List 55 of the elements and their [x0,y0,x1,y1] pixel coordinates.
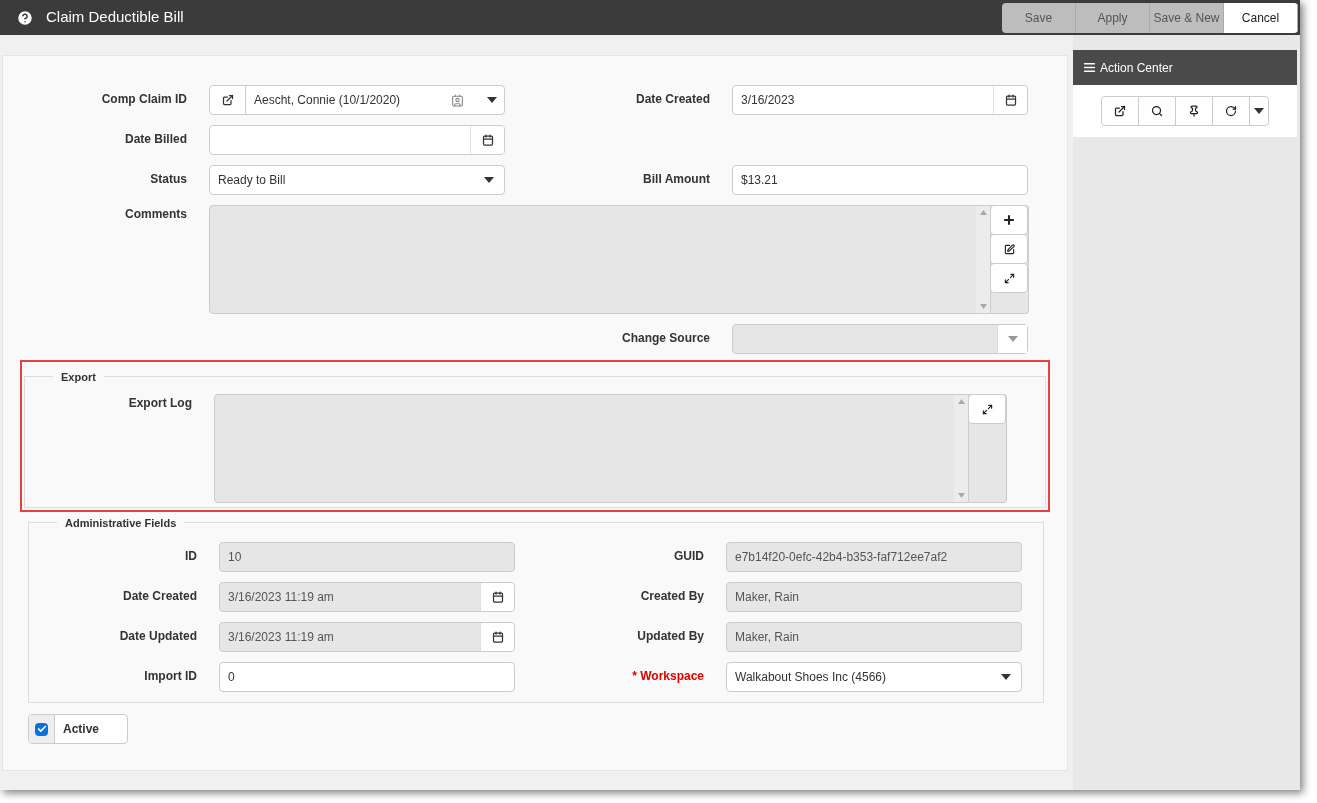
plus-icon [1002,213,1016,227]
field-label: Import ID [144,669,197,683]
checkbox[interactable] [35,722,48,736]
field-label: Status [150,172,187,186]
add-button[interactable] [990,205,1028,235]
caret-icon [1254,108,1264,114]
calendar-icon[interactable] [481,134,494,146]
window-title: Claim Deductible Bill [46,7,184,28]
date-value: 3/16/2023 [740,92,796,109]
dropdown-field[interactable]: Walkabout Shoes Inc (4566) [726,662,1022,692]
expand-icon [1003,272,1015,284]
field-label: Created By [640,589,704,603]
caret-icon [487,97,497,103]
search-icon [1151,105,1163,117]
field-label: Bill Amount [643,172,710,186]
contact-card-icon[interactable] [451,93,464,107]
field-label: Comp Claim ID [101,92,187,106]
field-label: Date Created [635,92,710,106]
field-label: * Workspace [632,669,704,683]
date-field[interactable]: 3/16/2023 [732,85,1028,115]
pin-icon [1188,105,1200,117]
field-label: Comments [125,207,187,221]
refresh-icon [1225,105,1237,117]
expand-icon [981,403,993,415]
help-icon[interactable] [16,8,34,27]
input-field[interactable]: $13.21 [732,165,1028,195]
field-label: GUID [674,549,704,563]
field-label: Date Billed [125,132,187,146]
edit-button[interactable] [990,234,1028,264]
check-icon [36,724,47,734]
date-value: 3/16/2023 11:19 am [227,589,335,606]
caret-icon [1007,336,1018,342]
toolbar-button[interactable]: Cancel [1224,2,1298,33]
field-label: Change Source [621,331,710,345]
field-label: Export Log [128,396,192,410]
lookup-field[interactable]: Aescht, Connie (10/1/2020) [209,85,505,115]
external-link-icon[interactable] [221,94,234,106]
dropdown-field[interactable]: Ready to Bill [209,165,505,195]
date-field[interactable] [209,125,505,155]
field-label: Date Updated [119,629,197,643]
field-label: Updated By [637,629,704,643]
panel-title: Action Center [1100,59,1173,77]
external-link-icon [1114,105,1126,117]
section-legend: Export [61,371,96,383]
input-field[interactable]: 0 [219,662,515,692]
list-icon [1083,61,1096,74]
edit-icon [1003,243,1015,255]
active-toggle[interactable]: Active [28,714,128,744]
caret-icon [1001,674,1011,680]
caret-icon [484,177,494,183]
date-value: 3/16/2023 11:19 am [227,629,335,646]
field-label: Date Created [122,589,197,603]
field-label: ID [185,549,197,563]
section-legend: Administrative Fields [65,517,177,529]
calendar-icon[interactable] [1004,94,1017,106]
